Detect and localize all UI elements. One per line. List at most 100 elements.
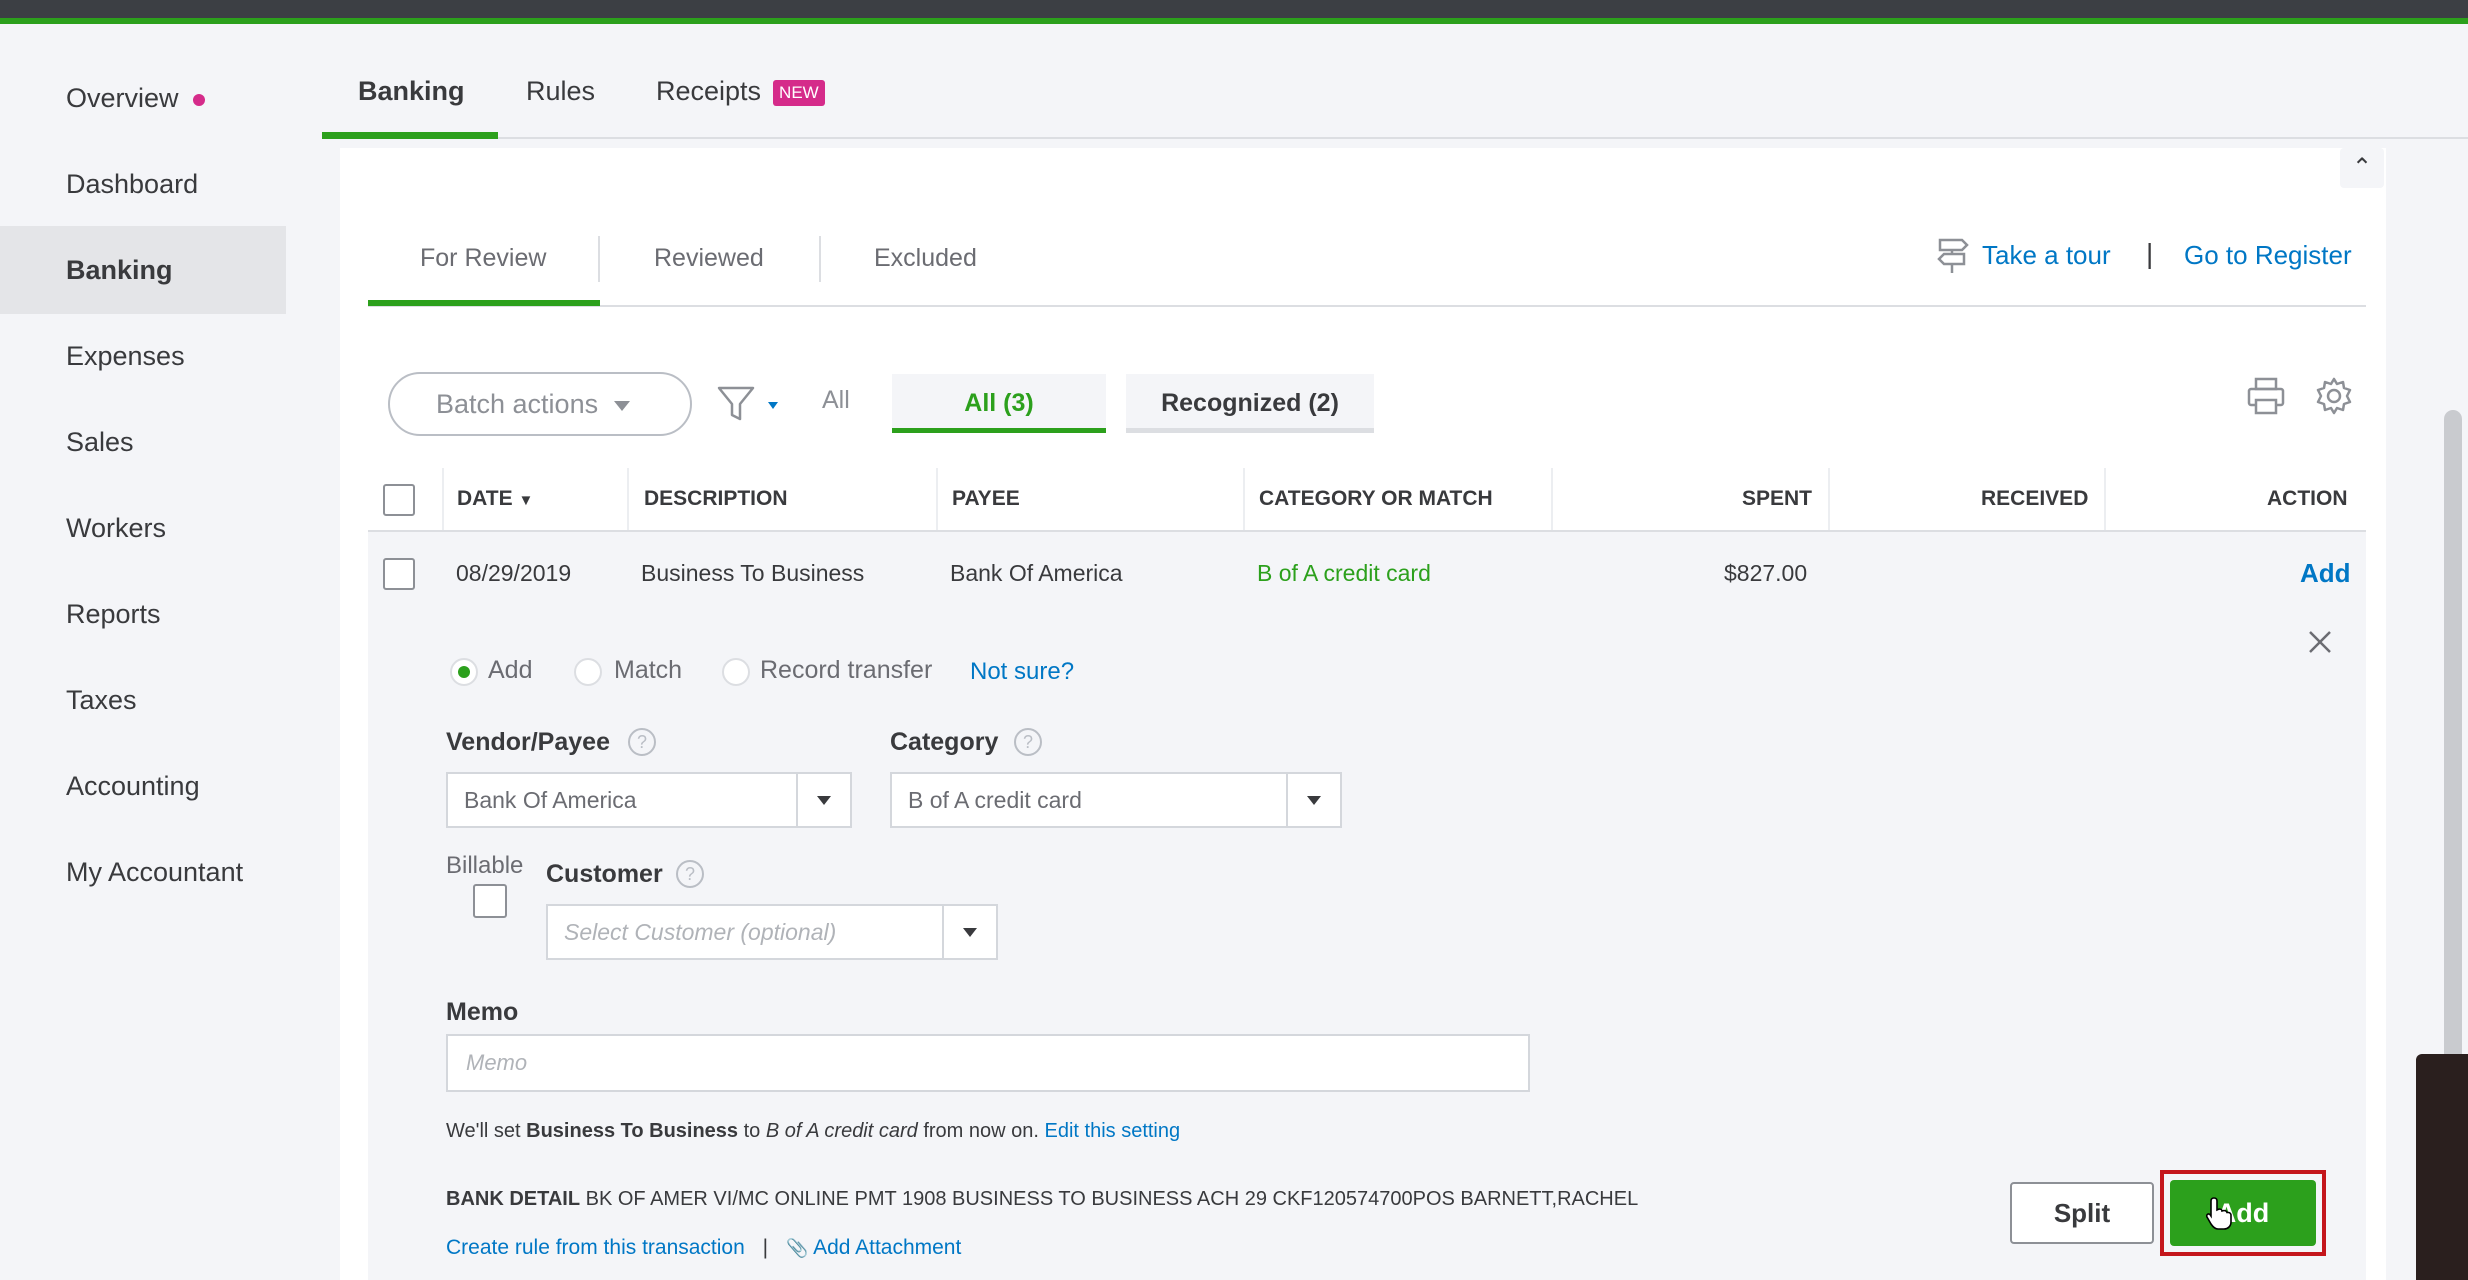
- help-icon[interactable]: ?: [1014, 728, 1042, 756]
- column-header-description[interactable]: DESCRIPTION: [644, 487, 788, 511]
- memo-placeholder: Memo: [466, 1050, 528, 1075]
- signpost-icon[interactable]: [1934, 236, 1970, 274]
- not-sure-link[interactable]: Not sure?: [970, 658, 1074, 686]
- column-header-category[interactable]: CATEGORY OR MATCH: [1259, 487, 1493, 511]
- footer-link-separator: |: [762, 1236, 769, 1259]
- top-tabs-divider: [322, 137, 2468, 139]
- billable-checkbox[interactable]: [473, 884, 507, 918]
- dropdown-arrow-icon: [942, 906, 996, 958]
- filter-recognized-tab[interactable]: Recognized (2): [1126, 374, 1374, 432]
- radio-add-label: Add: [488, 656, 533, 684]
- add-attachment-link[interactable]: 📎 Add Attachment: [786, 1236, 961, 1259]
- column-header-payee[interactable]: PAYEE: [952, 487, 1020, 511]
- rule-note-category: B of A credit card: [765, 1120, 918, 1142]
- customer-label: Customer: [546, 860, 663, 888]
- close-icon[interactable]: [2306, 628, 2334, 656]
- column-header-date[interactable]: DATE ▼: [457, 487, 533, 511]
- sub-tab-separator: [598, 236, 600, 282]
- sidebar-item-banking[interactable]: Banking: [0, 226, 286, 314]
- sidebar-item-label: Accounting: [66, 771, 200, 801]
- sidebar-item-overview[interactable]: Overview: [0, 54, 286, 142]
- row-date: 08/29/2019: [456, 560, 572, 586]
- sidebar: Overview Dashboard Banking Expenses Sale…: [0, 24, 340, 1280]
- hand-cursor-icon: [2206, 1197, 2232, 1230]
- rule-note: We'll set Business To Business to B of A…: [446, 1120, 1180, 1143]
- sub-tab-separator: [819, 236, 821, 282]
- sidebar-item-sales[interactable]: Sales: [0, 398, 286, 486]
- column-separator: [627, 468, 629, 530]
- collapse-button[interactable]: ⌃: [2340, 148, 2384, 188]
- sidebar-item-reports[interactable]: Reports: [0, 570, 286, 658]
- tab-excluded[interactable]: Excluded: [874, 244, 977, 273]
- category-value: B of A credit card: [908, 787, 1082, 813]
- help-icon[interactable]: ?: [676, 860, 704, 888]
- sidebar-item-taxes[interactable]: Taxes: [0, 656, 286, 744]
- detail-footer-links: Create rule from this transaction | 📎 Ad…: [446, 1236, 961, 1260]
- column-separator: [936, 468, 938, 530]
- tab-rules[interactable]: Rules: [526, 76, 595, 107]
- row-add-action[interactable]: Add: [2300, 558, 2351, 589]
- bank-detail-text: BK OF AMER VI/MC ONLINE PMT 1908 BUSINES…: [580, 1188, 1639, 1210]
- filter-icon[interactable]: [716, 384, 780, 424]
- sidebar-item-label: My Accountant: [66, 857, 244, 887]
- split-button[interactable]: Split: [2010, 1182, 2154, 1244]
- tab-receipts[interactable]: Receipts NEW: [656, 76, 825, 107]
- row-description: Business To Business: [641, 560, 865, 586]
- customer-select[interactable]: Select Customer (optional): [546, 904, 998, 960]
- batch-actions-button[interactable]: Batch actions: [388, 372, 692, 436]
- column-separator: [1551, 468, 1553, 530]
- column-separator: [1243, 468, 1245, 530]
- tab-banking[interactable]: Banking: [358, 76, 465, 107]
- bank-detail-label: BANK DETAIL: [446, 1188, 581, 1210]
- category-label: Category: [890, 728, 999, 756]
- take-a-tour-link[interactable]: Take a tour: [1982, 240, 2111, 271]
- row-payee: Bank Of America: [950, 560, 1123, 586]
- column-header-received[interactable]: RECEIVED: [1981, 487, 2088, 511]
- create-rule-link[interactable]: Create rule from this transaction: [446, 1236, 745, 1259]
- customer-placeholder: Select Customer (optional): [564, 919, 837, 945]
- billable-label: Billable: [446, 852, 524, 879]
- radio-add[interactable]: [450, 658, 478, 686]
- tab-receipts-label: Receipts: [656, 76, 762, 106]
- sidebar-item-label: Overview: [66, 83, 179, 113]
- bank-detail: BANK DETAIL BK OF AMER VI/MC ONLINE PMT …: [446, 1188, 1638, 1211]
- column-separator: [2104, 468, 2106, 530]
- help-icon[interactable]: ?: [628, 728, 656, 756]
- column-header-date-label: DATE: [457, 487, 513, 510]
- memo-input[interactable]: Memo: [446, 1034, 1530, 1092]
- rule-note-mid: to: [738, 1120, 766, 1142]
- sidebar-item-workers[interactable]: Workers: [0, 484, 286, 572]
- filter-recognized-indicator: [1126, 428, 1374, 433]
- links-separator: |: [2146, 238, 2154, 269]
- batch-actions-label: Batch actions: [436, 389, 599, 419]
- sidebar-item-dashboard[interactable]: Dashboard: [0, 140, 286, 228]
- edit-setting-link[interactable]: Edit this setting: [1045, 1120, 1181, 1142]
- active-tab-indicator: [322, 132, 498, 139]
- sidebar-item-accounting[interactable]: Accounting: [0, 742, 286, 830]
- radio-match[interactable]: [574, 658, 602, 686]
- filter-all-label[interactable]: All: [822, 386, 850, 415]
- go-to-register-link[interactable]: Go to Register: [2184, 240, 2352, 271]
- column-header-action: ACTION: [2267, 487, 2348, 510]
- row-checkbox[interactable]: [383, 558, 415, 590]
- row-category[interactable]: B of A credit card: [1257, 560, 1431, 587]
- radio-record-transfer[interactable]: [722, 658, 750, 686]
- add-button[interactable]: Add: [2170, 1180, 2316, 1246]
- print-icon[interactable]: [2246, 376, 2286, 416]
- vendor-payee-select[interactable]: Bank Of America: [446, 772, 852, 828]
- rule-note-prefix: We'll set: [446, 1120, 527, 1142]
- background-edge: [2416, 1054, 2468, 1280]
- filter-all-tab[interactable]: All (3): [892, 374, 1106, 432]
- select-all-checkbox[interactable]: [383, 484, 415, 516]
- gear-icon[interactable]: [2314, 376, 2354, 416]
- column-separator: [442, 468, 444, 530]
- radio-record-transfer-label: Record transfer: [760, 656, 933, 684]
- sidebar-item-label: Dashboard: [66, 169, 199, 199]
- category-select[interactable]: B of A credit card: [890, 772, 1342, 828]
- caret-down-icon: [614, 400, 631, 411]
- column-header-spent[interactable]: SPENT: [1742, 487, 1812, 511]
- sidebar-item-expenses[interactable]: Expenses: [0, 312, 286, 400]
- tab-reviewed[interactable]: Reviewed: [654, 244, 764, 273]
- sidebar-item-my-accountant[interactable]: My Accountant: [0, 828, 286, 916]
- tab-for-review[interactable]: For Review: [420, 244, 546, 273]
